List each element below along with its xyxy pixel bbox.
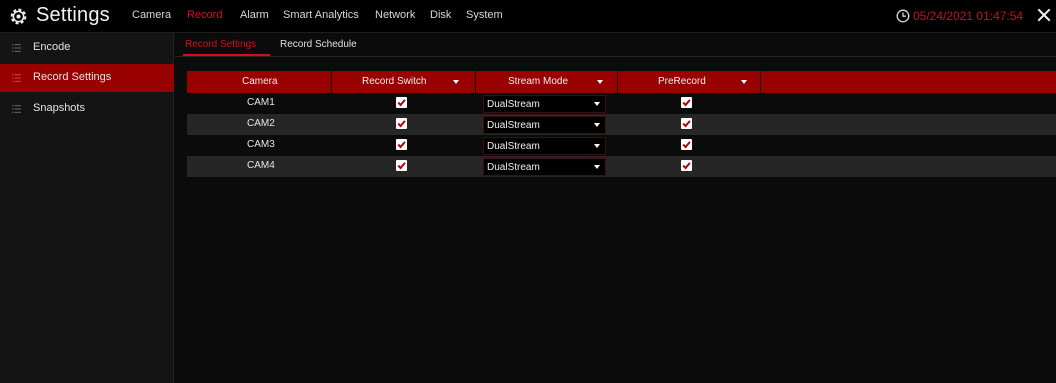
stream-mode-value: DualStream: [487, 99, 540, 110]
checkmark-icon: [682, 141, 691, 149]
caret-down-icon[interactable]: [741, 80, 747, 84]
table-row: CAM1 DualStream: [187, 93, 1056, 114]
column-header-label: Stream Mode: [508, 76, 569, 87]
app-title: Settings: [36, 4, 110, 26]
clock-icon: [896, 9, 910, 23]
sidebar-item-encode[interactable]: Encode: [0, 34, 174, 62]
menu-item-alarm[interactable]: Alarm: [240, 9, 269, 21]
checkmark-icon: [682, 162, 691, 170]
table-row: CAM3 DualStream: [187, 135, 1056, 156]
camera-name: CAM4: [247, 160, 275, 171]
caret-down-icon: [594, 144, 600, 148]
stream-mode-value: DualStream: [487, 162, 540, 173]
prerecord-checkbox[interactable]: [681, 160, 692, 171]
sidebar-item-label: Encode: [33, 41, 71, 53]
column-header-record-switch: Record Switch: [332, 71, 476, 93]
sidebar-item-record-settings[interactable]: Record Settings: [0, 64, 174, 92]
stream-mode-value: DualStream: [487, 120, 540, 131]
list-icon: [12, 44, 21, 52]
record-switch-checkbox[interactable]: [396, 118, 407, 129]
gear-icon: [10, 8, 27, 25]
sidebar: Encode Record Settings Snapshots: [0, 33, 174, 383]
top-bar: Settings Camera Record Alarm Smart Analy…: [0, 0, 1056, 33]
sidebar-item-label: Record Settings: [33, 71, 112, 83]
menu-item-network[interactable]: Network: [375, 9, 415, 21]
column-header-stream-mode: Stream Mode: [476, 71, 618, 93]
record-switch-checkbox[interactable]: [396, 97, 407, 108]
stream-mode-value: DualStream: [487, 141, 540, 152]
menu-item-record[interactable]: Record: [187, 9, 222, 21]
checkmark-icon: [682, 99, 691, 107]
caret-down-icon: [594, 102, 600, 106]
tab-record-schedule[interactable]: Record Schedule: [280, 39, 357, 50]
stream-mode-select[interactable]: DualStream: [483, 158, 606, 176]
checkmark-icon: [397, 120, 406, 128]
camera-name: CAM1: [247, 97, 275, 108]
stream-mode-select[interactable]: DualStream: [483, 137, 606, 155]
checkmark-icon: [397, 141, 406, 149]
column-header-label: PreRecord: [658, 76, 706, 87]
sidebar-item-label: Snapshots: [33, 102, 85, 114]
checkmark-icon: [397, 99, 406, 107]
camera-name: CAM3: [247, 139, 275, 150]
prerecord-checkbox[interactable]: [681, 118, 692, 129]
column-header-label: Camera: [242, 76, 278, 87]
checkmark-icon: [682, 120, 691, 128]
checkmark-icon: [397, 162, 406, 170]
list-icon: [12, 74, 21, 82]
menu-item-smart-analytics[interactable]: Smart Analytics: [283, 9, 359, 21]
table-header: Camera Record Switch Stream Mode PreReco…: [187, 71, 1056, 93]
column-header-label: Record Switch: [362, 76, 427, 87]
record-switch-checkbox[interactable]: [396, 160, 407, 171]
close-icon[interactable]: [1036, 7, 1052, 23]
caret-down-icon[interactable]: [597, 80, 603, 84]
list-icon: [12, 105, 21, 113]
column-header-camera: Camera: [187, 71, 332, 93]
caret-down-icon[interactable]: [453, 80, 459, 84]
tab-divider: [175, 56, 1056, 57]
caret-down-icon: [594, 123, 600, 127]
main-content: Record Settings Record Schedule Camera R…: [175, 33, 1056, 383]
camera-name: CAM2: [247, 118, 275, 129]
menu-item-camera[interactable]: Camera: [132, 9, 171, 21]
datetime-display: 05/24/2021 01:47:54: [913, 9, 1024, 23]
column-header-prerecord: PreRecord: [618, 71, 761, 93]
prerecord-checkbox[interactable]: [681, 139, 692, 150]
stream-mode-select[interactable]: DualStream: [483, 116, 606, 134]
prerecord-checkbox[interactable]: [681, 97, 692, 108]
menu-item-disk[interactable]: Disk: [430, 9, 451, 21]
sidebar-item-snapshots[interactable]: Snapshots: [0, 95, 174, 123]
table-row: CAM4 DualStream: [187, 156, 1056, 177]
stream-mode-select[interactable]: DualStream: [483, 95, 606, 113]
tab-record-settings[interactable]: Record Settings: [185, 39, 256, 50]
caret-down-icon: [594, 165, 600, 169]
record-switch-checkbox[interactable]: [396, 139, 407, 150]
menu-item-system[interactable]: System: [466, 9, 503, 21]
table-row: CAM2 DualStream: [187, 114, 1056, 135]
